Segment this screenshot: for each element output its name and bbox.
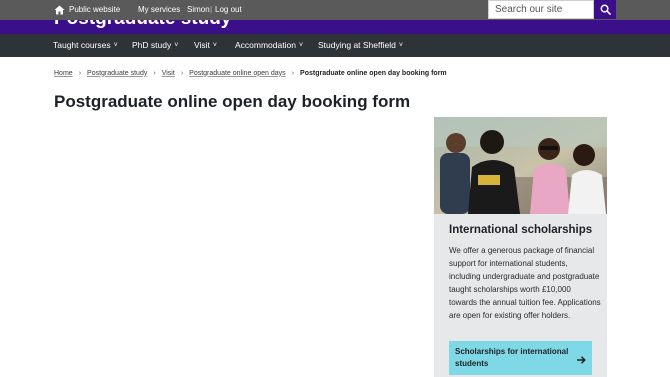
nav-item-phd-study[interactable]: PhD study ˅ [132,34,178,57]
nav-item-label: PhD study [132,40,172,50]
main-navigation: Taught courses ˅ PhD study ˅ Visit ˅ Acc… [0,34,670,57]
home-icon [54,5,65,15]
public-website-label: Public website [69,5,121,14]
public-website-link[interactable]: Public website [54,0,120,20]
breadcrumb-chevron-icon: › [180,69,184,77]
chevron-down-icon: ˅ [113,42,118,49]
search-icon [600,4,611,15]
user-name: Simon [187,5,210,14]
nav-item-label: Visit [194,40,210,50]
arrow-right-icon [576,352,586,364]
students-photo [434,117,607,214]
breadcrumb-chevron-icon: › [78,69,82,77]
breadcrumb-chevron-icon: › [291,69,295,77]
nav-item-taught-courses[interactable]: Taught courses ˅ [53,34,118,57]
log-out-link[interactable]: Log out [215,0,242,20]
scholarship-promo-card: International scholarships We offer a ge… [434,117,607,377]
chevron-down-icon: ˅ [212,42,217,49]
site-header: Postgraduate study [0,20,670,34]
nav-item-studying-at-sheffield[interactable]: Studying at Sheffield ˅ [318,34,403,57]
my-services-link[interactable]: My services [138,0,180,20]
cta-label: Scholarships for international students [455,347,569,368]
site-title[interactable]: Postgraduate study [54,20,231,30]
chevron-down-icon: ˅ [298,42,304,49]
breadcrumb: Home › Postgraduate study › Visit › Post… [54,68,447,78]
search-input[interactable] [488,0,594,19]
nav-item-visit[interactable]: Visit ˅ [194,34,217,57]
breadcrumb-current: Postgraduate online open day booking for… [300,69,447,77]
promo-title: International scholarships [449,224,593,236]
breadcrumb-home[interactable]: Home [54,70,73,77]
breadcrumb-online-open-days[interactable]: Postgraduate online open days [189,70,286,77]
promo-text: We offer a generous package of financial… [449,246,601,321]
scholarships-cta-button[interactable]: Scholarships for international students [449,341,592,375]
breadcrumb-postgraduate-study[interactable]: Postgraduate study [87,70,147,77]
topbar-separator: | [210,5,213,14]
nav-item-label: Studying at Sheffield [318,40,396,50]
chevron-down-icon: ˅ [174,42,179,49]
nav-item-label: Accommodation [235,40,296,50]
nav-item-label: Taught courses [53,40,111,50]
search-button[interactable] [594,0,616,19]
page-title: Postgraduate online open day booking for… [54,92,411,111]
breadcrumb-chevron-icon: › [153,69,156,77]
nav-item-accommodation[interactable]: Accommodation ˅ [235,34,303,57]
breadcrumb-visit[interactable]: Visit [162,70,175,77]
chevron-down-icon: ˅ [398,42,403,49]
